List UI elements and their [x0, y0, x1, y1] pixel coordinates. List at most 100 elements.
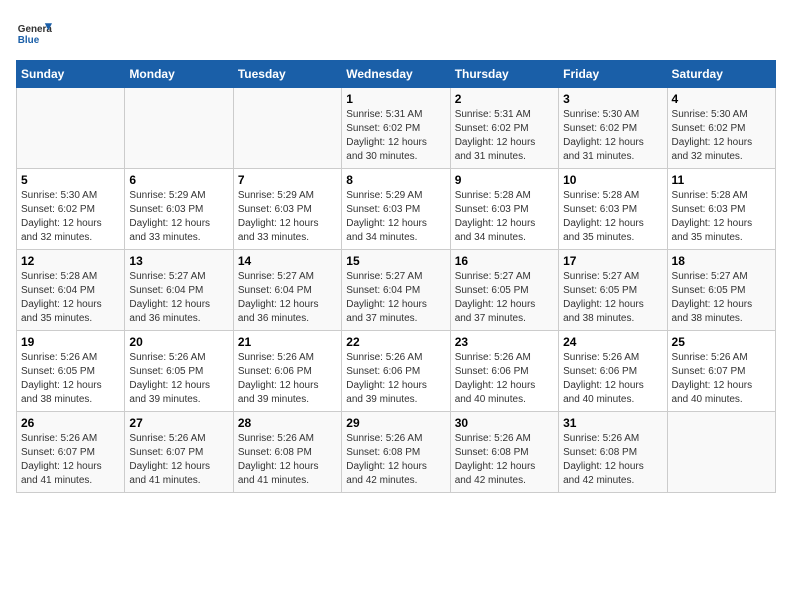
day-number: 25: [672, 335, 771, 349]
day-number: 4: [672, 92, 771, 106]
day-number: 30: [455, 416, 554, 430]
day-info: Sunrise: 5:29 AM Sunset: 6:03 PM Dayligh…: [238, 189, 337, 245]
day-number: 23: [455, 335, 554, 349]
day-number: 19: [21, 335, 120, 349]
day-of-week-header: Monday: [125, 61, 233, 88]
day-info: Sunrise: 5:27 AM Sunset: 6:04 PM Dayligh…: [346, 270, 445, 326]
calendar-cell: 2 Sunrise: 5:31 AM Sunset: 6:02 PM Daylig…: [450, 88, 558, 169]
day-info: Sunrise: 5:26 AM Sunset: 6:07 PM Dayligh…: [21, 432, 120, 488]
calendar-cell: 5 Sunrise: 5:30 AM Sunset: 6:02 PM Daylig…: [17, 169, 125, 250]
day-info: Sunrise: 5:26 AM Sunset: 6:07 PM Dayligh…: [129, 432, 228, 488]
calendar-week-row: 26 Sunrise: 5:26 AM Sunset: 6:07 PM Dayli…: [17, 412, 776, 493]
day-info: Sunrise: 5:28 AM Sunset: 6:04 PM Dayligh…: [21, 270, 120, 326]
logo: General Blue: [16, 16, 58, 52]
calendar-cell: 30 Sunrise: 5:26 AM Sunset: 6:08 PM Dayli…: [450, 412, 558, 493]
calendar-cell: 17 Sunrise: 5:27 AM Sunset: 6:05 PM Dayli…: [559, 250, 667, 331]
day-number: 14: [238, 254, 337, 268]
calendar-cell: 26 Sunrise: 5:26 AM Sunset: 6:07 PM Dayli…: [17, 412, 125, 493]
calendar-cell: 6 Sunrise: 5:29 AM Sunset: 6:03 PM Daylig…: [125, 169, 233, 250]
day-info: Sunrise: 5:27 AM Sunset: 6:05 PM Dayligh…: [672, 270, 771, 326]
day-number: 11: [672, 173, 771, 187]
logo-icon: General Blue: [16, 16, 52, 52]
day-info: Sunrise: 5:26 AM Sunset: 6:06 PM Dayligh…: [563, 351, 662, 407]
day-number: 1: [346, 92, 445, 106]
day-info: Sunrise: 5:30 AM Sunset: 6:02 PM Dayligh…: [672, 108, 771, 164]
day-info: Sunrise: 5:26 AM Sunset: 6:07 PM Dayligh…: [672, 351, 771, 407]
day-number: 15: [346, 254, 445, 268]
day-info: Sunrise: 5:31 AM Sunset: 6:02 PM Dayligh…: [346, 108, 445, 164]
calendar-week-row: 1 Sunrise: 5:31 AM Sunset: 6:02 PM Daylig…: [17, 88, 776, 169]
day-of-week-header: Wednesday: [342, 61, 450, 88]
calendar-cell: [233, 88, 341, 169]
calendar-cell: 7 Sunrise: 5:29 AM Sunset: 6:03 PM Daylig…: [233, 169, 341, 250]
day-info: Sunrise: 5:27 AM Sunset: 6:05 PM Dayligh…: [455, 270, 554, 326]
day-info: Sunrise: 5:26 AM Sunset: 6:08 PM Dayligh…: [238, 432, 337, 488]
day-number: 27: [129, 416, 228, 430]
day-info: Sunrise: 5:30 AM Sunset: 6:02 PM Dayligh…: [21, 189, 120, 245]
calendar-cell: 20Sunrise: 5:26 AM Sunset: 6:05 PM Dayli…: [125, 331, 233, 412]
calendar-cell: 15 Sunrise: 5:27 AM Sunset: 6:04 PM Dayli…: [342, 250, 450, 331]
calendar-cell: 13 Sunrise: 5:27 AM Sunset: 6:04 PM Dayli…: [125, 250, 233, 331]
day-info: Sunrise: 5:26 AM Sunset: 6:05 PM Dayligh…: [21, 351, 120, 407]
day-number: 2: [455, 92, 554, 106]
calendar-cell: 28Sunrise: 5:26 AM Sunset: 6:08 PM Dayli…: [233, 412, 341, 493]
day-number: 12: [21, 254, 120, 268]
day-info: Sunrise: 5:26 AM Sunset: 6:06 PM Dayligh…: [238, 351, 337, 407]
calendar-week-row: 5 Sunrise: 5:30 AM Sunset: 6:02 PM Daylig…: [17, 169, 776, 250]
day-info: Sunrise: 5:29 AM Sunset: 6:03 PM Dayligh…: [346, 189, 445, 245]
day-info: Sunrise: 5:26 AM Sunset: 6:05 PM Dayligh…: [129, 351, 228, 407]
calendar-cell: 25 Sunrise: 5:26 AM Sunset: 6:07 PM Dayli…: [667, 331, 775, 412]
calendar-cell: 3 Sunrise: 5:30 AM Sunset: 6:02 PM Daylig…: [559, 88, 667, 169]
day-info: Sunrise: 5:30 AM Sunset: 6:02 PM Dayligh…: [563, 108, 662, 164]
calendar-cell: 22 Sunrise: 5:26 AM Sunset: 6:06 PM Dayli…: [342, 331, 450, 412]
day-of-week-header: Thursday: [450, 61, 558, 88]
calendar-cell: 19 Sunrise: 5:26 AM Sunset: 6:05 PM Dayli…: [17, 331, 125, 412]
day-info: Sunrise: 5:29 AM Sunset: 6:03 PM Dayligh…: [129, 189, 228, 245]
page-header: General Blue: [16, 16, 776, 52]
calendar-cell: 9Sunrise: 5:28 AM Sunset: 6:03 PM Daylig…: [450, 169, 558, 250]
day-number: 24: [563, 335, 662, 349]
day-info: Sunrise: 5:26 AM Sunset: 6:08 PM Dayligh…: [346, 432, 445, 488]
calendar-week-row: 19 Sunrise: 5:26 AM Sunset: 6:05 PM Dayli…: [17, 331, 776, 412]
calendar-cell: [125, 88, 233, 169]
day-info: Sunrise: 5:31 AM Sunset: 6:02 PM Dayligh…: [455, 108, 554, 164]
day-of-week-header: Sunday: [17, 61, 125, 88]
day-number: 26: [21, 416, 120, 430]
day-number: 22: [346, 335, 445, 349]
day-number: 3: [563, 92, 662, 106]
day-number: 16: [455, 254, 554, 268]
calendar-cell: 10Sunrise: 5:28 AM Sunset: 6:03 PM Dayli…: [559, 169, 667, 250]
calendar-cell: 1 Sunrise: 5:31 AM Sunset: 6:02 PM Daylig…: [342, 88, 450, 169]
calendar-cell: 14 Sunrise: 5:27 AM Sunset: 6:04 PM Dayli…: [233, 250, 341, 331]
calendar-cell: 12 Sunrise: 5:28 AM Sunset: 6:04 PM Dayli…: [17, 250, 125, 331]
calendar-table: SundayMondayTuesdayWednesdayThursdayFrid…: [16, 60, 776, 493]
day-number: 7: [238, 173, 337, 187]
calendar-cell: 16 Sunrise: 5:27 AM Sunset: 6:05 PM Dayli…: [450, 250, 558, 331]
calendar-cell: [667, 412, 775, 493]
svg-text:Blue: Blue: [18, 35, 40, 46]
day-info: Sunrise: 5:26 AM Sunset: 6:06 PM Dayligh…: [346, 351, 445, 407]
day-number: 5: [21, 173, 120, 187]
calendar-cell: [17, 88, 125, 169]
day-info: Sunrise: 5:27 AM Sunset: 6:04 PM Dayligh…: [129, 270, 228, 326]
day-number: 6: [129, 173, 228, 187]
day-info: Sunrise: 5:28 AM Sunset: 6:03 PM Dayligh…: [563, 189, 662, 245]
day-number: 17: [563, 254, 662, 268]
day-info: Sunrise: 5:27 AM Sunset: 6:05 PM Dayligh…: [563, 270, 662, 326]
day-info: Sunrise: 5:28 AM Sunset: 6:03 PM Dayligh…: [672, 189, 771, 245]
day-number: 13: [129, 254, 228, 268]
day-info: Sunrise: 5:27 AM Sunset: 6:04 PM Dayligh…: [238, 270, 337, 326]
calendar-cell: 18Sunrise: 5:27 AM Sunset: 6:05 PM Dayli…: [667, 250, 775, 331]
calendar-cell: 21 Sunrise: 5:26 AM Sunset: 6:06 PM Dayli…: [233, 331, 341, 412]
calendar-cell: 8 Sunrise: 5:29 AM Sunset: 6:03 PM Daylig…: [342, 169, 450, 250]
day-number: 8: [346, 173, 445, 187]
day-info: Sunrise: 5:26 AM Sunset: 6:08 PM Dayligh…: [455, 432, 554, 488]
day-info: Sunrise: 5:26 AM Sunset: 6:06 PM Dayligh…: [455, 351, 554, 407]
calendar-cell: 23 Sunrise: 5:26 AM Sunset: 6:06 PM Dayli…: [450, 331, 558, 412]
day-number: 29: [346, 416, 445, 430]
day-number: 21: [238, 335, 337, 349]
day-number: 31: [563, 416, 662, 430]
calendar-week-row: 12 Sunrise: 5:28 AM Sunset: 6:04 PM Dayli…: [17, 250, 776, 331]
calendar-cell: 27 Sunrise: 5:26 AM Sunset: 6:07 PM Dayli…: [125, 412, 233, 493]
day-info: Sunrise: 5:26 AM Sunset: 6:08 PM Dayligh…: [563, 432, 662, 488]
